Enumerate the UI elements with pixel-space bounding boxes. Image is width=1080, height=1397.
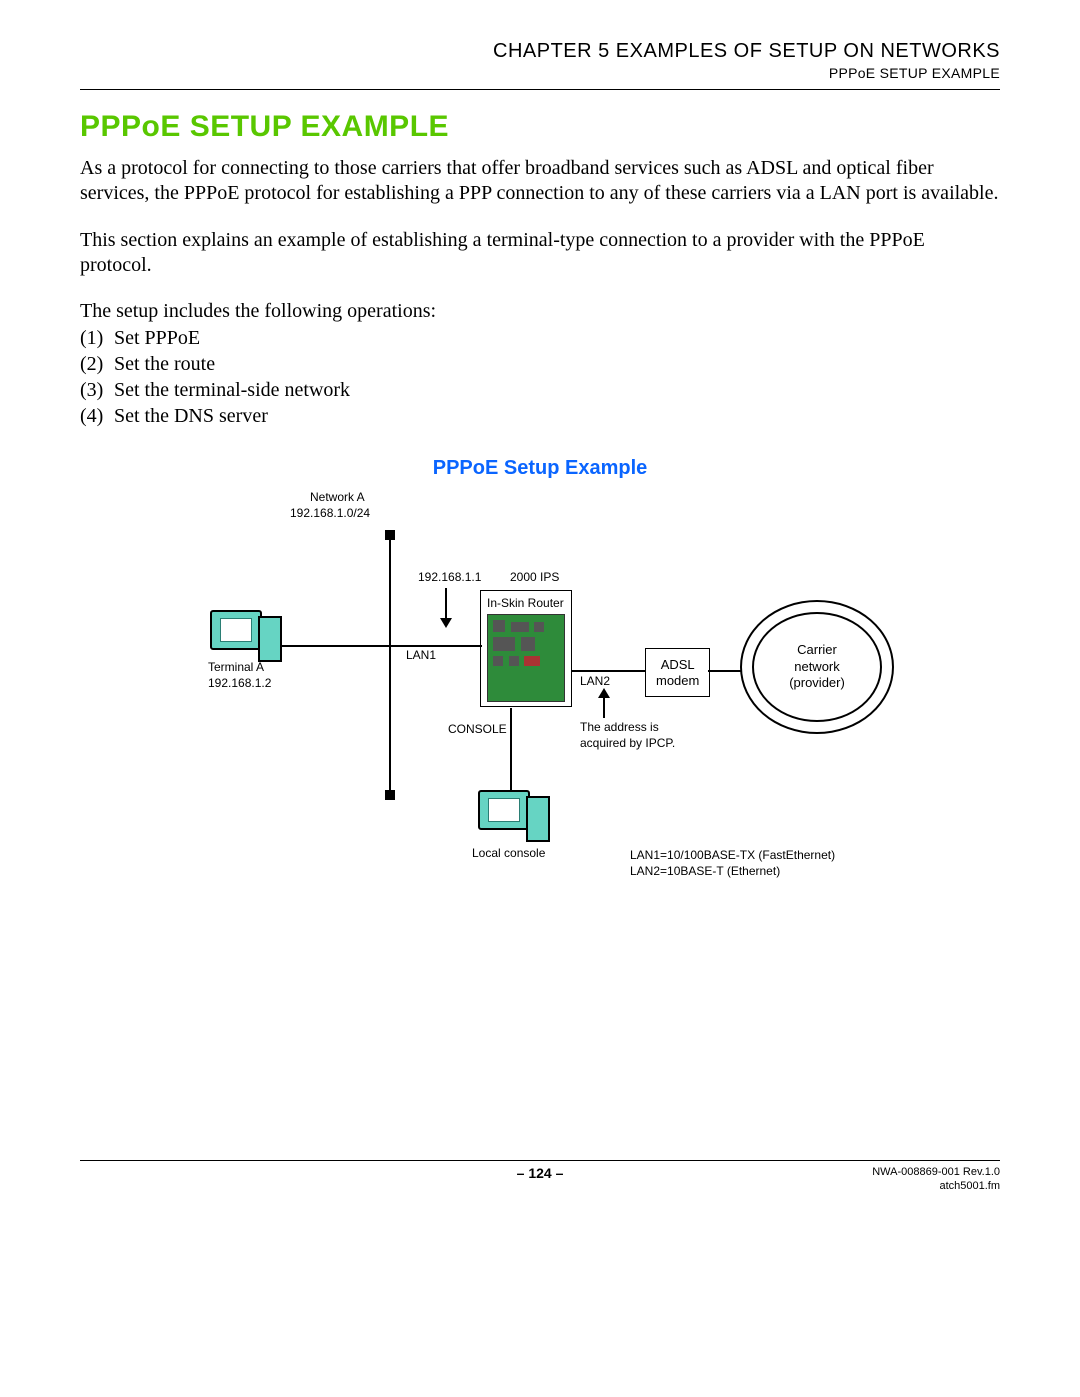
diagram-title: PPPoE Setup Example xyxy=(80,457,1000,480)
label-in-skin-router: In-Skin Router xyxy=(487,596,565,610)
label-network-a-subnet: 192.168.1.0/24 xyxy=(290,506,370,520)
label-ipcp-2: acquired by IPCP. xyxy=(580,736,675,750)
circuit-board-icon xyxy=(487,614,565,702)
label-adsl-2: modem xyxy=(656,673,699,689)
op-text: Set the terminal-side network xyxy=(114,377,350,403)
label-lan-note-1: LAN1=10/100BASE-TX (FastEthernet) xyxy=(630,848,835,862)
in-skin-router-frame: In-Skin Router xyxy=(480,590,572,707)
arrow-down-icon xyxy=(440,618,452,628)
label-adsl-1: ADSL xyxy=(656,657,699,673)
wire-lan2 xyxy=(572,670,646,672)
bus-line xyxy=(389,540,391,790)
op-num: (3) xyxy=(80,377,114,403)
page-title: PPPoE SETUP EXAMPLE xyxy=(80,110,1000,144)
header-subtitle: PPPoE SETUP EXAMPLE xyxy=(80,65,1000,81)
label-lan-note-2: LAN2=10BASE-T (Ethernet) xyxy=(630,864,780,878)
label-lan1: LAN1 xyxy=(406,648,436,662)
label-ip-lan1: 192.168.1.1 xyxy=(418,570,481,584)
wire-terminal xyxy=(278,645,390,647)
page-footer: – 124 – NWA-008869-001 Rev.1.0 atch5001.… xyxy=(80,1165,1000,1205)
page-header: CHAPTER 5 EXAMPLES OF SETUP ON NETWORKS … xyxy=(80,40,1000,81)
label-local-console: Local console xyxy=(472,846,545,860)
op-text: Set the route xyxy=(114,351,215,377)
chapter-label: CHAPTER 5 EXAMPLES OF SETUP ON NETWORKS xyxy=(80,40,1000,63)
paragraph-2: This section explains an example of esta… xyxy=(80,228,1000,278)
header-rule xyxy=(80,89,1000,90)
op-num: (2) xyxy=(80,351,114,377)
footer-revision: NWA-008869-001 Rev.1.0 xyxy=(872,1165,1000,1179)
wire-carrier xyxy=(708,670,742,672)
label-carrier-2: network xyxy=(789,659,845,676)
label-ipcp-1: The address is xyxy=(580,720,659,734)
carrier-network-icon: Carrier network (provider) xyxy=(740,600,894,734)
page-number: – 124 – xyxy=(80,1165,1000,1181)
wire-lan1 xyxy=(390,645,482,647)
arrow-stem-ip xyxy=(445,588,447,620)
paragraph-1: As a protocol for connecting to those ca… xyxy=(80,156,1000,206)
adsl-modem-box: ADSL modem xyxy=(645,648,710,697)
network-diagram: Network A 192.168.1.0/24 Terminal A 192.… xyxy=(190,490,890,920)
label-console: CONSOLE xyxy=(448,722,507,736)
label-terminal-a-ip: 192.168.1.2 xyxy=(208,676,271,690)
label-lan2: LAN2 xyxy=(580,674,610,688)
op-num: (4) xyxy=(80,403,114,429)
label-2000-ips: 2000 IPS xyxy=(510,570,559,584)
label-carrier-3: (provider) xyxy=(789,675,845,692)
op-text: Set PPPoE xyxy=(114,325,200,351)
label-network-a: Network A xyxy=(310,490,365,504)
footer-rule xyxy=(80,1160,1000,1161)
operations-list: (1)Set PPPoE (2)Set the route (3)Set the… xyxy=(80,325,1000,429)
operations-intro: The setup includes the following operati… xyxy=(80,300,1000,323)
label-terminal-a: Terminal A xyxy=(208,660,264,674)
label-carrier-1: Carrier xyxy=(789,642,845,659)
arrow-up-icon xyxy=(598,688,610,698)
arrow-stem-ipcp xyxy=(603,698,605,718)
op-num: (1) xyxy=(80,325,114,351)
bus-bottom-node xyxy=(385,790,395,800)
bus-top-node xyxy=(385,530,395,540)
footer-filename: atch5001.fm xyxy=(872,1179,1000,1193)
op-text: Set the DNS server xyxy=(114,403,268,429)
